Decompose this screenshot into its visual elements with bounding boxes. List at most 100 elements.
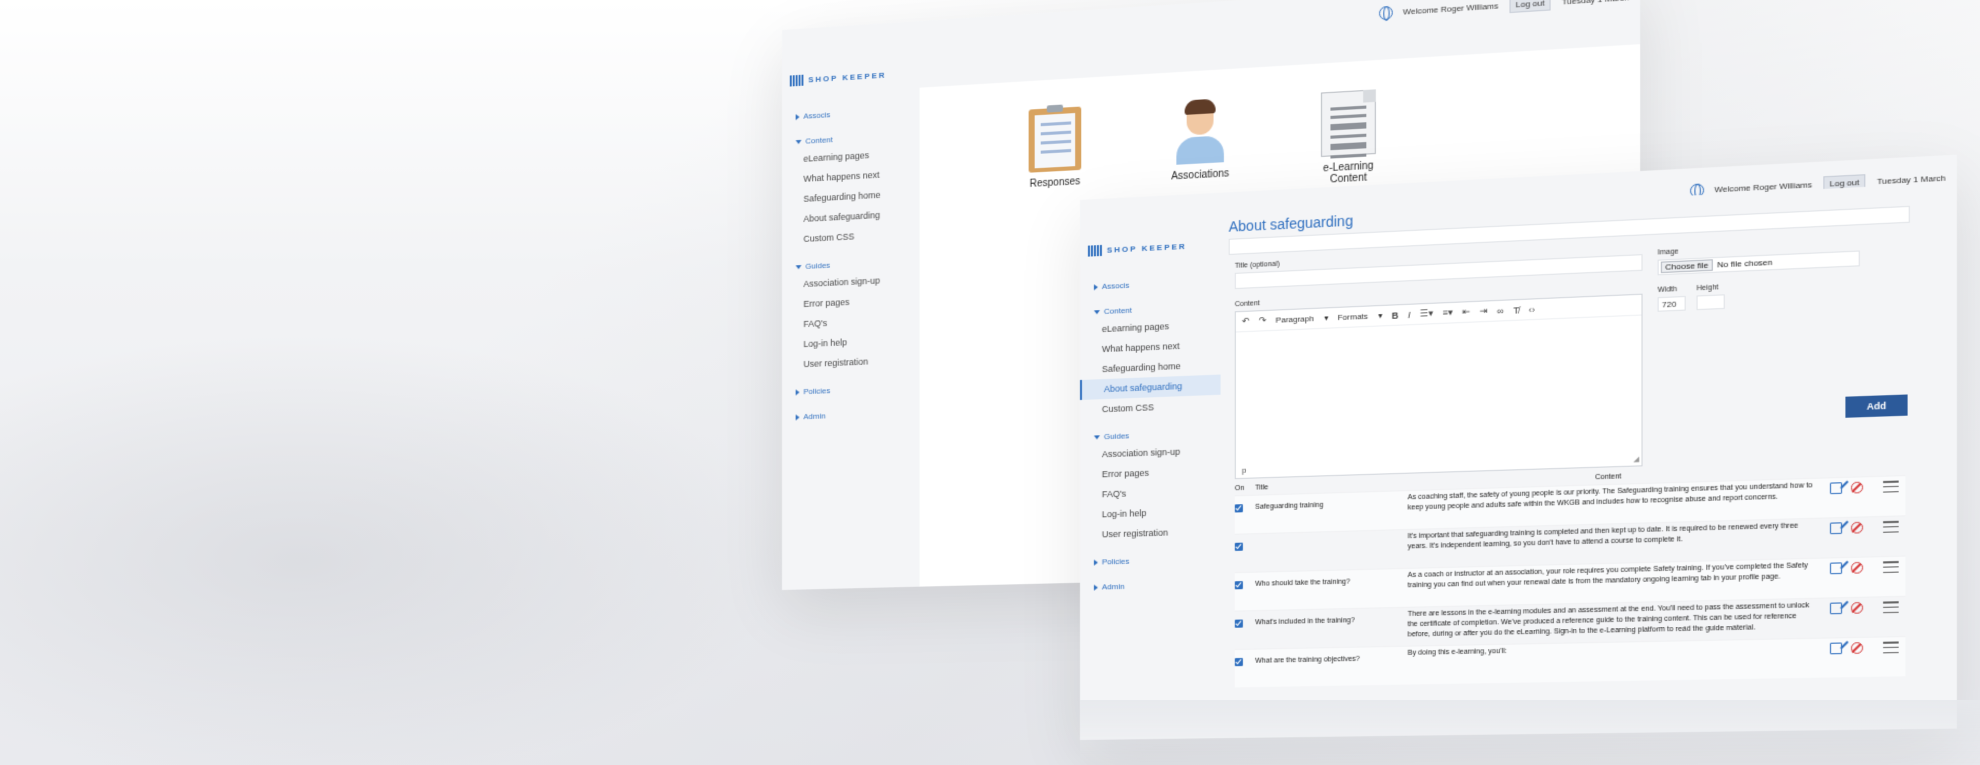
on-checkbox[interactable] [1234, 619, 1243, 628]
on-checkbox[interactable] [1234, 542, 1243, 551]
date-text: Tuesday 1 March [1562, 0, 1629, 6]
tile-label: e-Learning Content [1323, 160, 1374, 186]
welcome-text: Welcome Roger Williams [1402, 0, 1499, 17]
redo-icon[interactable]: ↷ [1259, 315, 1267, 326]
sidebar-item-custom-css[interactable]: Custom CSS [1080, 395, 1221, 420]
nav-group-policies: Policies [1080, 551, 1221, 570]
edit-icon[interactable] [1829, 602, 1843, 615]
formats-select[interactable]: Formats ▾ [1338, 311, 1383, 322]
barcode-icon [789, 74, 804, 87]
row-title: What are the training objectives? [1255, 655, 1360, 665]
no-file-text: No file chosen [1717, 257, 1773, 270]
bullet-list-icon[interactable]: ☰▾ [1420, 308, 1433, 320]
tile-associations[interactable]: Associations [1159, 97, 1242, 194]
editor-toolbar: ↶ ↷ Paragraph ▾ Formats ▾ B I ☰▾ ≡▾ ⇤ ⇥ ∞ … [1235, 294, 1642, 333]
undo-icon[interactable]: ↶ [1242, 316, 1250, 327]
tile-elearning-content[interactable]: e-Learning Content [1306, 88, 1390, 186]
numbered-list-icon[interactable]: ≡▾ [1442, 307, 1452, 319]
nav-head-admin[interactable]: Admin [782, 405, 920, 425]
nav-head-label: Associs [1101, 280, 1130, 292]
image-file-input[interactable]: Choose file No file chosen [1657, 250, 1860, 276]
outdent-icon[interactable]: ⇤ [1462, 306, 1470, 318]
nav-group-admin: Admin [782, 405, 920, 425]
on-checkbox[interactable] [1234, 657, 1243, 667]
sidebar-item-user-registration[interactable]: User registration [782, 349, 920, 375]
caret-right-icon [795, 113, 800, 120]
nav-group-guides: Guides Association sign-up Error pages F… [782, 253, 920, 375]
delete-icon[interactable] [1850, 481, 1864, 494]
nav-head-policies[interactable]: Policies [782, 380, 920, 400]
width-input[interactable]: 720 [1657, 295, 1686, 312]
logo-text: SHOP KEEPER [808, 70, 887, 85]
paragraph-select[interactable]: Paragraph ▾ [1276, 313, 1329, 324]
add-button[interactable]: Add [1845, 394, 1908, 418]
on-checkbox[interactable] [1234, 504, 1243, 513]
person-avatar-icon [1173, 98, 1227, 165]
edit-icon[interactable] [1829, 522, 1843, 535]
chevron-down-icon: ▾ [1378, 311, 1383, 321]
edit-icon[interactable] [1829, 482, 1843, 495]
choose-file-button[interactable]: Choose file [1660, 259, 1713, 274]
document-icon [1320, 89, 1376, 159]
nav-head-label: Admin [803, 411, 826, 422]
shop-keeper-logo[interactable]: SHOP KEEPER [1087, 241, 1187, 257]
delete-icon[interactable] [1850, 642, 1864, 654]
logout-button[interactable]: Log out [1509, 0, 1552, 13]
nav-head-label: Policies [1101, 556, 1130, 567]
globe-icon[interactable] [1378, 5, 1393, 20]
edit-icon[interactable] [1829, 642, 1843, 655]
nav-head-associs[interactable]: Associs [782, 102, 920, 125]
height-input[interactable] [1696, 294, 1725, 311]
nav-group-associs: Associs [1080, 274, 1221, 295]
clear-format-icon[interactable]: T̸ [1513, 305, 1519, 316]
nav-group-content: Content eLearning pages What happens nex… [1080, 299, 1221, 420]
delete-icon[interactable] [1850, 601, 1864, 614]
sidebar-item-user-registration[interactable]: User registration [1080, 521, 1221, 545]
content-table: On Title Content Safeguarding training A… [1234, 450, 1906, 688]
caret-down-icon [795, 264, 802, 269]
caret-down-icon [1093, 309, 1100, 314]
header-on: On [1234, 484, 1245, 493]
nav-group-content: Content eLearning pages What happens nex… [782, 127, 920, 250]
nav-group-associs: Associs [782, 102, 920, 125]
italic-icon[interactable]: I [1408, 309, 1411, 319]
source-code-icon[interactable]: ‹› [1529, 304, 1535, 315]
drag-handle-icon[interactable] [1883, 601, 1899, 614]
image-label: Image [1657, 248, 1679, 257]
title-input[interactable] [1234, 254, 1643, 290]
nav-head-policies[interactable]: Policies [1080, 551, 1221, 570]
floor-reflection [1080, 700, 1980, 765]
edit-icon[interactable] [1829, 562, 1843, 575]
delete-icon[interactable] [1850, 521, 1864, 534]
on-checkbox[interactable] [1234, 581, 1243, 590]
nav-group-guides: Guides Association sign-up Error pages F… [1080, 425, 1221, 545]
bold-icon[interactable]: B [1392, 310, 1399, 321]
indent-icon[interactable]: ⇥ [1480, 306, 1488, 318]
stage: Welcome Roger Williams Log out Tuesday 1… [0, 0, 1980, 765]
delete-icon[interactable] [1850, 561, 1864, 574]
link-icon[interactable]: ∞ [1497, 305, 1504, 316]
table-body: Safeguarding training As coaching staff,… [1234, 475, 1906, 688]
nav-head-label: Guides [1103, 431, 1130, 442]
tile-label: Responses [1029, 176, 1081, 190]
drag-handle-icon[interactable] [1883, 520, 1899, 533]
row-title [1255, 530, 1407, 542]
nav-head-admin[interactable]: Admin [1080, 577, 1221, 595]
nav-group-policies: Policies [782, 380, 920, 400]
caret-right-icon [1093, 559, 1098, 566]
drag-handle-icon[interactable] [1883, 480, 1899, 493]
caret-right-icon [795, 388, 800, 395]
shop-keeper-logo[interactable]: SHOP KEEPER [789, 70, 887, 87]
paragraph-select-label: Paragraph [1275, 313, 1314, 325]
nav-head-label: Content [1103, 305, 1132, 316]
caret-right-icon [1093, 584, 1098, 591]
rich-text-editor[interactable]: ↶ ↷ Paragraph ▾ Formats ▾ B I ☰▾ ≡▾ ⇤ ⇥ ∞ … [1234, 293, 1643, 480]
caret-down-icon [795, 139, 802, 144]
drag-handle-icon[interactable] [1883, 641, 1899, 654]
tile-responses[interactable]: Responses [1015, 106, 1096, 202]
nav-head-label: Admin [1101, 581, 1125, 592]
nav-head-associs[interactable]: Associs [1080, 274, 1221, 295]
height-label: Height [1696, 284, 1719, 293]
drag-handle-icon[interactable] [1883, 560, 1899, 573]
front-screen: Welcome Roger Williams Log out Tuesday 1… [1080, 154, 1957, 741]
